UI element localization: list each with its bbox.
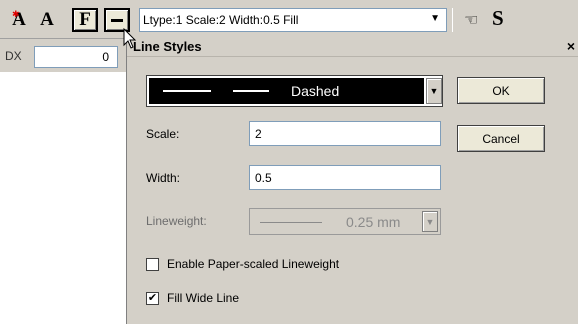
close-icon[interactable]: × xyxy=(563,38,578,54)
line-icon xyxy=(111,18,123,22)
chevron-down-icon: ▼ xyxy=(422,211,438,232)
dx-label: DX xyxy=(5,49,22,63)
paper-scaled-checkbox-row[interactable]: Enable Paper-scaled Lineweight xyxy=(146,257,339,271)
lineweight-label: Lineweight: xyxy=(146,214,207,228)
dash-segment xyxy=(163,90,211,92)
scale-label: Scale: xyxy=(146,127,180,141)
star-icon: ✱ xyxy=(12,10,20,20)
dialog-titlebar[interactable]: Line Styles × xyxy=(127,37,578,57)
dash-segment xyxy=(233,90,269,92)
mouse-cursor-icon xyxy=(123,28,137,49)
line-style-preview: Dashed xyxy=(149,78,424,104)
dialog-title: Line Styles xyxy=(133,39,202,54)
ok-button[interactable]: OK xyxy=(457,77,545,104)
fill-wide-line-checkbox[interactable]: ✔ xyxy=(146,291,159,305)
linetype-combo-value: Ltype:1 Scale:2 Width:0.5 Fill xyxy=(143,13,299,27)
line-style-select[interactable]: Dashed ▼ xyxy=(146,75,443,107)
fill-wide-line-checkbox-row[interactable]: ✔ Fill Wide Line xyxy=(146,291,239,305)
text-button[interactable]: A xyxy=(34,8,60,32)
chevron-down-icon[interactable]: ▼ xyxy=(426,78,442,104)
s-style-icon[interactable]: S xyxy=(492,6,504,31)
fill-letter: F xyxy=(79,9,91,30)
fill-button[interactable]: F xyxy=(72,8,98,32)
paper-scaled-checkbox[interactable] xyxy=(146,257,159,271)
width-label: Width: xyxy=(146,171,181,185)
cancel-button[interactable]: Cancel xyxy=(457,125,545,152)
text-letter: A xyxy=(40,9,54,30)
chevron-down-icon[interactable]: ▼ xyxy=(430,13,440,24)
scale-input[interactable]: 2 xyxy=(249,121,441,146)
fill-wide-line-label: Fill Wide Line xyxy=(167,291,240,305)
line-style-value: Dashed xyxy=(291,83,340,99)
line-styles-dialog: Line Styles × Dashed ▼ OK Cancel Scale: … xyxy=(126,37,578,324)
dx-input[interactable]: 0 xyxy=(34,46,118,68)
lineweight-preview xyxy=(260,222,322,223)
lineweight-value: 0.25 mm xyxy=(346,214,401,230)
top-toolbar: A ✱ A F Ltype:1 Scale:2 Width:0.5 Fill ▼… xyxy=(0,0,578,38)
lineweight-select: 0.25 mm ▼ xyxy=(249,208,441,235)
text-style-button[interactable]: A ✱ xyxy=(6,8,32,32)
dx-panel: DX 0 xyxy=(0,38,126,72)
width-input[interactable]: 0.5 xyxy=(249,165,441,190)
toolbar-separator xyxy=(452,8,453,32)
hand-pointer-icon[interactable]: ☜ xyxy=(464,10,478,30)
paper-scaled-label: Enable Paper-scaled Lineweight xyxy=(167,257,340,271)
linetype-combo[interactable]: Ltype:1 Scale:2 Width:0.5 Fill ▼ xyxy=(139,8,447,32)
